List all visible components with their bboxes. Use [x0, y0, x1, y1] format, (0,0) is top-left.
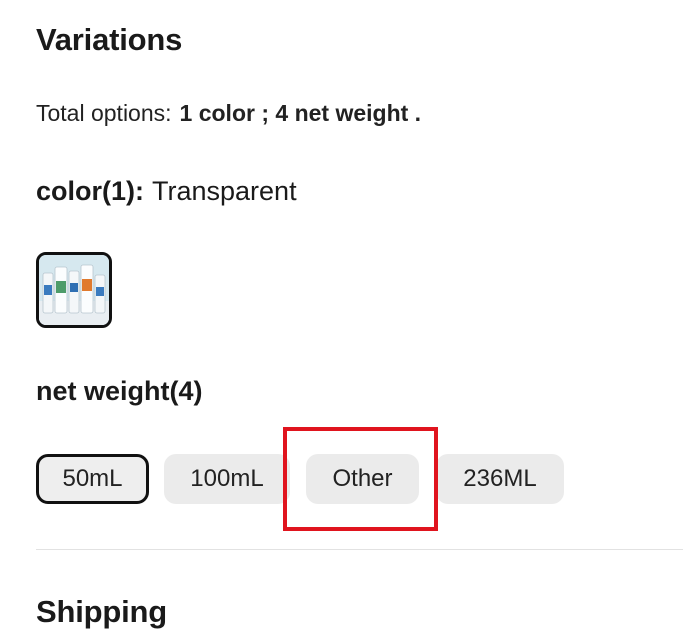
net-weight-option-other[interactable]: Other — [306, 454, 419, 504]
variations-title: Variations — [36, 22, 183, 57]
total-options-value: 1 color ; 4 net weight . — [179, 100, 422, 126]
color-selected-value: Transparent — [152, 176, 297, 206]
color-label: color(1): — [36, 176, 144, 206]
total-options-label: Total options: — [36, 100, 172, 126]
net-weight-option-50ml[interactable]: 50mL — [36, 454, 149, 504]
divider — [36, 549, 683, 550]
net-weight-label: net weight(4) — [36, 376, 203, 406]
color-selector-header: color(1): Transparent — [36, 176, 297, 207]
shipping-title: Shipping — [36, 594, 167, 629]
net-weight-option-100ml[interactable]: 100mL — [164, 454, 290, 504]
total-options: Total options: 1 color ; 4 net weight . — [36, 100, 421, 127]
color-swatch-transparent[interactable] — [36, 252, 112, 328]
product-bottles-thumbnail-icon — [39, 255, 109, 325]
net-weight-option-236ml[interactable]: 236ML — [436, 454, 564, 504]
